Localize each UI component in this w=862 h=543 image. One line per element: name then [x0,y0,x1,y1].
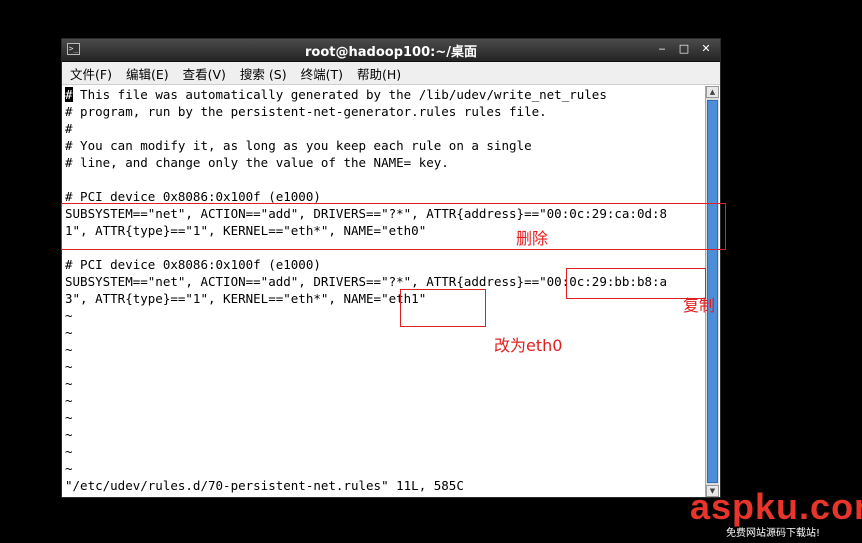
menu-edit[interactable]: 编辑(E) [126,64,169,83]
terminal-line: ~ [65,325,73,340]
menu-help[interactable]: 帮助(H) [357,64,401,83]
minimize-button[interactable]: ‒ [654,41,670,57]
terminal-line: # [65,121,73,136]
rename-annotation: 改为eth0 [494,336,563,355]
watermark-logo: aspku.com 免费网站源码下载站! [690,486,862,540]
terminal-line: ~ [65,393,73,408]
delete-annotation: 删除 [516,229,549,248]
terminal-line: ~ [65,427,73,442]
menu-file[interactable]: 文件(F) [70,64,112,83]
status-line: "/etc/udev/rules.d/70-persistent-net.rul… [65,478,464,493]
close-button[interactable]: ✕ [698,41,714,57]
copy-annotation: 复制 [683,296,716,315]
terminal-line: ~ [65,308,73,323]
scroll-up-icon[interactable]: ▲ [706,86,719,98]
menu-search[interactable]: 搜索 (S) [240,64,287,83]
terminal-line: # PCI device 0x8086:0x100f (e1000) [65,257,321,272]
rename-highlight-box [400,289,486,327]
delete-highlight-box [61,203,726,250]
terminal-line: # line, and change only the value of the… [65,155,449,170]
terminal-line: ~ [65,359,73,374]
terminal-line: ~ [65,410,73,425]
terminal-line: 3", ATTR{type}=="1", KERNEL=="eth*", NAM… [65,291,427,306]
watermark-text: aspku.com [690,486,862,527]
text-cursor: # [65,87,73,102]
terminal-line: # program, run by the persistent-net-gen… [65,104,547,119]
terminal-line: ~ [65,342,73,357]
maximize-button[interactable]: □ [676,41,692,57]
terminal-line: ~ [65,376,73,391]
title-bar[interactable]: >_ root@hadoop100:~/桌面 ‒ □ ✕ [62,39,720,62]
menu-bar: 文件(F) 编辑(E) 查看(V) 搜索 (S) 终端(T) 帮助(H) [62,62,720,85]
terminal-line: ~ [65,461,73,476]
menu-view[interactable]: 查看(V) [183,64,226,83]
watermark-subtext: 免费网站源码下载站! [726,528,821,539]
window-title: root@hadoop100:~/桌面 [305,45,477,60]
terminal-line: # You can modify it, as long as you keep… [65,138,532,153]
terminal-line: # This file was automatically generated … [65,87,607,102]
terminal-line: ~ [65,444,73,459]
menu-terminal[interactable]: 终端(T) [301,64,343,83]
